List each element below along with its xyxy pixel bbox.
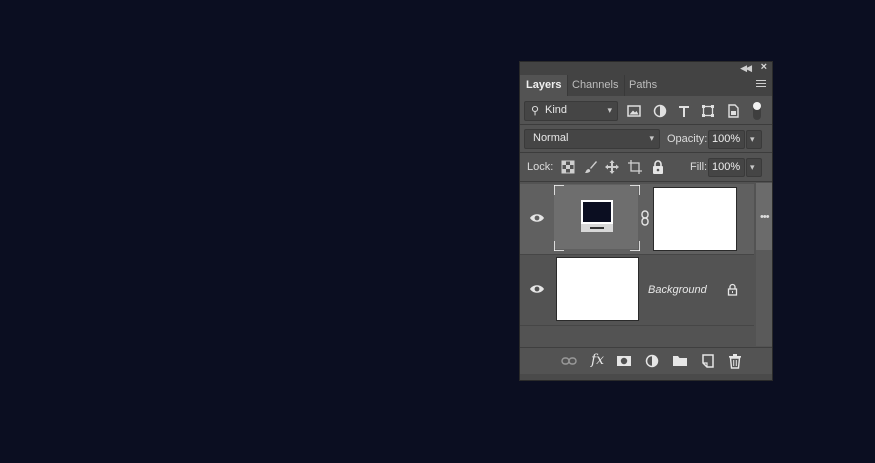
fx-icon[interactable]: fx — [591, 352, 604, 368]
smart-object-computer-icon — [581, 200, 613, 232]
layer-thumbnail[interactable] — [554, 185, 640, 251]
lock-transparent-pixels-icon[interactable] — [560, 159, 576, 175]
layer-name[interactable]: Background — [648, 284, 707, 296]
filter-row: ⚲ Kind ▾ — [520, 98, 772, 124]
link-layers-icon[interactable] — [561, 353, 577, 369]
kind-label: Kind — [545, 104, 568, 116]
smart-object-filter-icon[interactable] — [725, 103, 741, 119]
divider — [520, 181, 772, 182]
panel-resize-grip[interactable] — [520, 374, 772, 380]
opacity-input[interactable]: 100% — [708, 130, 745, 149]
close-icon[interactable]: × — [761, 61, 767, 73]
blend-mode-value: Normal — [533, 132, 569, 144]
new-group-icon[interactable] — [672, 353, 688, 369]
scrollbar-thumb[interactable]: ••• — [756, 183, 772, 250]
adjustment-filter-icon[interactable] — [652, 103, 668, 119]
tab-layers[interactable]: Layers — [520, 75, 569, 96]
mask-link-icon[interactable] — [640, 210, 650, 226]
bottom-toolbar: fx — [520, 347, 772, 374]
fill-dropdown[interactable]: ▾ — [746, 158, 762, 177]
chevron-down-icon: ▾ — [750, 162, 755, 172]
new-adjustment-layer-icon[interactable] — [644, 353, 660, 369]
delete-layer-icon[interactable] — [727, 353, 743, 369]
divider — [520, 325, 754, 326]
new-layer-icon[interactable] — [700, 353, 716, 369]
lock-image-pixels-icon[interactable] — [583, 159, 599, 175]
lock-icon — [727, 283, 738, 296]
layers-panel: ◀◀ × Layers Channels Paths ⚲ Kind ▾ Norm… — [520, 61, 772, 380]
panel-tab-bar: Layers Channels Paths — [520, 75, 772, 96]
type-filter-icon[interactable] — [676, 103, 692, 119]
collapse-icon[interactable]: ◀◀ — [740, 63, 752, 74]
lock-row: Lock: Fill: 100% ▾ — [520, 154, 772, 180]
panel-header-strip: ◀◀ × — [520, 61, 772, 75]
shape-filter-icon[interactable] — [700, 103, 716, 119]
image-filter-icon[interactable] — [626, 103, 642, 119]
panel-menu-icon[interactable] — [756, 80, 766, 89]
chevron-down-icon: ▾ — [649, 133, 654, 143]
layer-thumbnail[interactable] — [556, 257, 639, 321]
opacity-label: Opacity: — [667, 133, 708, 145]
divider — [520, 124, 772, 125]
tab-channels[interactable]: Channels — [566, 75, 626, 96]
layer-row-smart-object[interactable] — [520, 184, 754, 254]
lock-all-icon[interactable] — [650, 159, 666, 175]
fill-input[interactable]: 100% — [708, 158, 745, 177]
fill-label: Fill: — [690, 161, 708, 173]
eye-icon[interactable] — [529, 283, 545, 295]
tab-paths[interactable]: Paths — [623, 75, 663, 96]
lock-position-icon[interactable] — [604, 159, 620, 175]
more-icon[interactable]: ••• — [760, 211, 770, 223]
filter-toggle-icon[interactable] — [751, 100, 763, 122]
lock-artboard-icon[interactable] — [627, 159, 643, 175]
add-mask-icon[interactable] — [616, 353, 632, 369]
layer-mask-thumbnail[interactable] — [653, 187, 737, 251]
blend-row: Normal ▾ Opacity: 100% ▾ — [520, 126, 772, 152]
search-icon: ⚲ — [531, 105, 540, 117]
kind-filter-select[interactable]: ⚲ Kind ▾ — [524, 101, 618, 121]
chevron-down-icon: ▾ — [607, 105, 612, 115]
blend-mode-select[interactable]: Normal ▾ — [524, 129, 660, 149]
divider — [520, 152, 772, 153]
lock-label: Lock: — [527, 161, 554, 173]
eye-icon[interactable] — [529, 212, 545, 224]
chevron-down-icon: ▾ — [750, 134, 755, 144]
opacity-dropdown[interactable]: ▾ — [746, 130, 762, 149]
layer-row-background[interactable]: Background — [520, 255, 754, 325]
layers-list: Background ••• — [520, 183, 772, 346]
